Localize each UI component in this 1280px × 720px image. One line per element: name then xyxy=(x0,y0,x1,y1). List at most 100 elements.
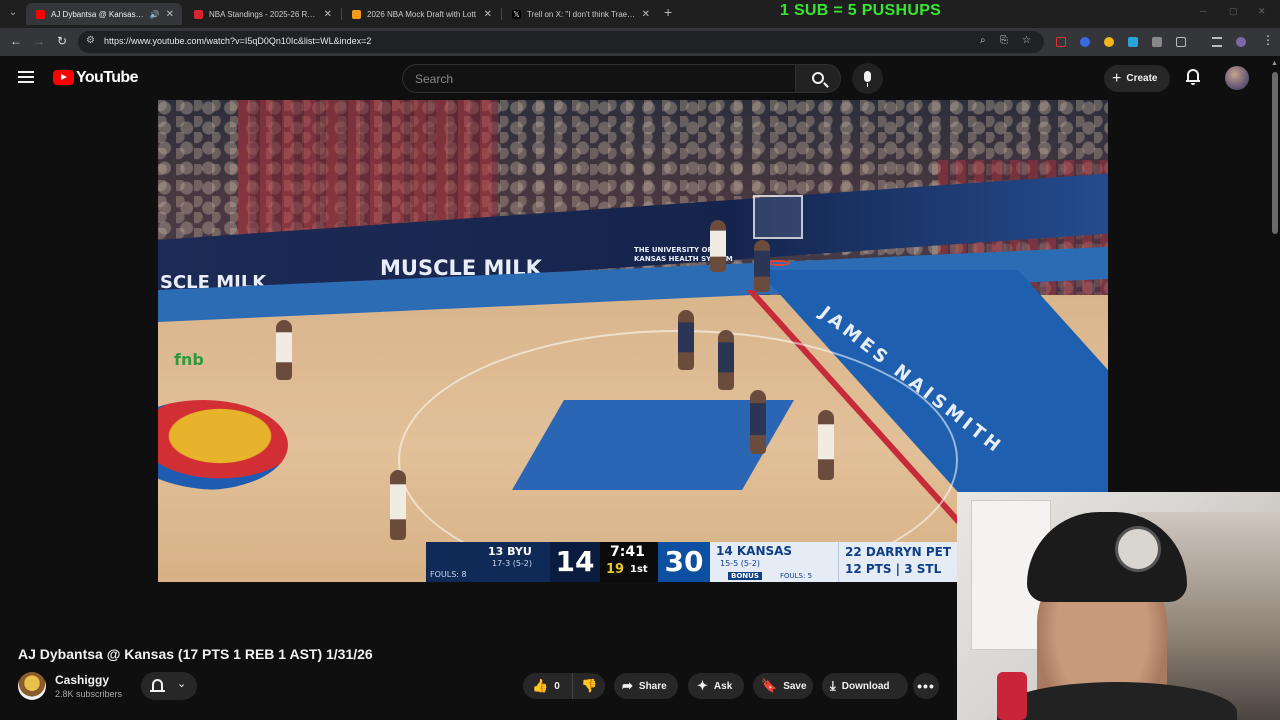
player-figure xyxy=(276,320,292,380)
maximize-icon[interactable]: ▢ xyxy=(1229,6,1238,17)
download-label: Download xyxy=(841,680,890,692)
youtube-favicon-icon xyxy=(36,9,45,19)
tab-search-icon[interactable]: ⌄ xyxy=(6,6,20,20)
reload-icon[interactable]: ↻ xyxy=(57,34,67,48)
more-actions-button[interactable]: ••• xyxy=(913,673,939,699)
tab-label: NBA Standings - 2025-26 Regu xyxy=(209,9,318,19)
url-text[interactable]: https://www.youtube.com/watch?v=I5qD0Qn1… xyxy=(104,36,371,46)
browser-toolbar: ← → ↻ ⚙ https://www.youtube.com/watch?v=… xyxy=(0,28,1280,56)
player-stat-panel: 22 DARRYN PET 12 PTS | 3 STL xyxy=(838,542,958,582)
extension-blue-icon[interactable] xyxy=(1080,37,1090,47)
thumbs-up-icon: 👍 xyxy=(532,678,549,693)
x-logo-icon: 𝕏 xyxy=(512,9,521,19)
share-label: Share xyxy=(638,680,667,692)
ad-text: THE UNIVERSITY OF KANSAS HEALTH SYSTEM xyxy=(634,246,733,263)
account-avatar[interactable] xyxy=(1225,66,1249,90)
extension-cyan-icon[interactable] xyxy=(1128,37,1138,47)
search-placeholder: Search xyxy=(415,72,454,86)
player-figure xyxy=(750,390,766,454)
tab-x-post[interactable]: 𝕏 Trell on X: "I don't think Trae Yo ✕ xyxy=(502,3,658,25)
more-horizontal-icon: ••• xyxy=(917,678,935,694)
youtube-logo-text[interactable]: YouTube xyxy=(76,69,138,87)
site-info-icon[interactable]: ⚙ xyxy=(86,35,95,46)
thumbs-down-icon: 👎 xyxy=(581,678,598,693)
voice-search-button[interactable] xyxy=(852,63,883,94)
scrollbar-thumb[interactable] xyxy=(1272,72,1278,234)
notifications-bell-icon[interactable] xyxy=(1186,69,1200,85)
extensions-puzzle-icon[interactable] xyxy=(1176,37,1186,47)
save-label: Save xyxy=(783,680,807,692)
youtube-logo-icon[interactable] xyxy=(53,70,74,85)
audio-playing-icon[interactable]: 🔊 xyxy=(150,10,160,19)
game-clock-panel: 7:41 19 1st xyxy=(600,542,658,582)
tab-close-icon[interactable]: ✕ xyxy=(324,9,332,20)
extension-yellow-icon[interactable] xyxy=(1104,37,1114,47)
tab-youtube-video[interactable]: AJ Dybantsa @ Kansas (17 PTS 🔊 ✕ xyxy=(26,3,182,25)
microphone-icon xyxy=(864,71,871,82)
tab-close-icon[interactable]: ✕ xyxy=(642,9,650,20)
youtube-header: YouTube Search + Create xyxy=(0,56,1280,100)
bookmark-star-icon[interactable]: ☆ xyxy=(1022,35,1031,46)
away-team-record: 17-3 (5-2) xyxy=(492,559,533,568)
zoom-icon[interactable]: ⌕ xyxy=(980,35,986,46)
scoreboard: 13 BYU 17-3 (5-2) FOULS: 8 14 7:41 19 1s… xyxy=(426,542,958,582)
channel-name[interactable]: Cashiggy xyxy=(55,673,109,687)
subscriber-count: 2.8K subscribers xyxy=(55,689,123,699)
home-team-panel: 14 KANSAS 15-5 (5-2) BONUS FOULS: 5 xyxy=(710,542,838,582)
minimize-icon[interactable]: ─ xyxy=(1200,6,1206,16)
back-arrow-icon[interactable]: ← xyxy=(10,34,22,48)
referee-figure xyxy=(498,230,514,290)
ask-button[interactable]: ✦ Ask xyxy=(688,673,744,699)
extension-red-icon[interactable] xyxy=(1056,37,1066,47)
search-button[interactable] xyxy=(795,64,841,93)
home-team-fouls: FOULS: 5 xyxy=(780,572,813,580)
referee-figure xyxy=(298,510,314,582)
microphone-stem xyxy=(867,83,868,87)
new-tab-button[interactable]: + xyxy=(664,4,672,20)
nba-favicon-icon xyxy=(194,9,203,19)
stream-banner-text: 1 SUB = 5 PUSHUPS xyxy=(780,2,942,19)
browser-tab-bar: ⌄ AJ Dybantsa @ Kansas (17 PTS 🔊 ✕ NBA S… xyxy=(0,0,1280,28)
backboard xyxy=(753,195,803,239)
like-button[interactable]: 👍 0 xyxy=(523,673,573,699)
home-team-record: 15-5 (5-2) xyxy=(720,559,761,568)
install-app-icon[interactable]: ⎘ xyxy=(1000,35,1008,46)
address-bar[interactable]: ⚙ https://www.youtube.com/watch?v=I5qD0Q… xyxy=(78,31,1044,53)
extension-gray-icon[interactable] xyxy=(1152,37,1162,47)
share-arrow-icon: ➦ xyxy=(622,678,633,693)
tab-close-icon[interactable]: ✕ xyxy=(484,9,492,20)
channel-avatar[interactable] xyxy=(18,672,46,700)
water-bottle xyxy=(997,672,1027,720)
tab-label: 2026 NBA Mock Draft with Lott xyxy=(367,9,476,19)
forward-arrow-icon[interactable]: → xyxy=(33,34,45,48)
browser-menu-icon[interactable]: ⋮ xyxy=(1262,33,1274,47)
create-button[interactable]: + Create xyxy=(1104,65,1170,92)
bookmark-icon: 🔖 xyxy=(761,678,778,693)
sidebar-toggle-icon[interactable] xyxy=(1212,37,1222,47)
shot-clock: 19 xyxy=(606,562,625,577)
tab-mock-draft[interactable]: 2026 NBA Mock Draft with Lott ✕ xyxy=(342,3,500,25)
download-button[interactable]: ⤓ Download xyxy=(822,673,908,699)
window-close-icon[interactable]: ✕ xyxy=(1258,6,1266,17)
dislike-button[interactable]: 👎 xyxy=(573,678,597,694)
away-team-score: 14 xyxy=(550,542,600,582)
search-input[interactable]: Search xyxy=(402,64,796,93)
chevron-down-icon: ⌄ xyxy=(177,678,187,690)
away-team-panel: 13 BYU 17-3 (5-2) FOULS: 8 xyxy=(426,542,550,582)
featured-player-name: 22 DARRYN PET xyxy=(845,545,952,559)
download-arrow-icon: ⤓ xyxy=(830,678,836,693)
share-button[interactable]: ➦ Share xyxy=(614,673,678,699)
tab-label: Trell on X: "I don't think Trae Yo xyxy=(527,9,636,19)
tab-close-icon[interactable]: ✕ xyxy=(166,9,174,20)
profile-icon[interactable] xyxy=(1236,37,1246,47)
tab-nba-standings[interactable]: NBA Standings - 2025-26 Regu ✕ xyxy=(184,3,340,25)
cap-patch xyxy=(1115,526,1161,572)
save-button[interactable]: 🔖 Save xyxy=(753,673,813,699)
plus-icon: + xyxy=(1112,69,1122,87)
player-figure xyxy=(754,240,770,292)
tab-label: AJ Dybantsa @ Kansas (17 PTS xyxy=(51,9,144,19)
subscription-bell-button[interactable]: ⌄ xyxy=(141,672,197,700)
scroll-up-arrow-icon[interactable]: ▲ xyxy=(1271,60,1278,67)
menu-icon[interactable] xyxy=(18,71,34,83)
period: 1st xyxy=(630,564,648,575)
